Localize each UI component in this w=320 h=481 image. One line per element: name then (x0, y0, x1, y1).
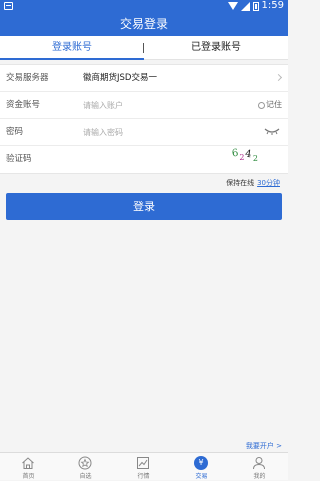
chart-icon (137, 457, 149, 469)
password-label: 密码 (6, 127, 24, 137)
nav-item-profile[interactable]: 我的 (231, 453, 288, 481)
keep-online-duration-link[interactable]: 30分钟 (257, 179, 280, 187)
remember-account-toggle[interactable]: 记住 (258, 92, 282, 118)
status-bar: 1:59 (0, 0, 288, 12)
battery-icon (252, 1, 259, 11)
keep-online: 保持在线 30分钟 (226, 178, 280, 188)
active-tab-indicator (0, 58, 144, 60)
captcha-char: 2 (252, 154, 259, 163)
server-label: 交易服务器 (6, 73, 49, 83)
signal-icon (240, 1, 250, 11)
nav-label: 行情 (137, 473, 150, 480)
remember-label: 记住 (266, 100, 282, 109)
account-row: 资金账号 记住 (0, 92, 288, 119)
nav-label: 首页 (22, 473, 35, 480)
captcha-image[interactable]: 6242 (231, 147, 264, 168)
nav-label: 交易 (195, 473, 208, 480)
trade-icon: ¥ (194, 456, 208, 470)
page-title: 交易登录 (0, 12, 288, 36)
keep-online-label: 保持在线 (226, 179, 255, 187)
nav-item-home[interactable]: 首页 (0, 453, 57, 481)
status-indicators: 1:59 (227, 0, 284, 12)
account-tab-bar: 登录账号 已登录账号 (0, 36, 288, 60)
nav-item-trade[interactable]: ¥ 交易 (173, 453, 230, 481)
bottom-navigation: 首页 自选 行情 ¥ 交易 我的 (0, 452, 288, 480)
clock: 1:59 (261, 0, 284, 11)
account-label: 资金账号 (6, 100, 41, 110)
eye-closed-icon[interactable] (264, 127, 280, 135)
nav-item-watchlist[interactable]: 自选 (57, 453, 114, 481)
password-row: 密码 (0, 119, 288, 146)
captcha-label: 验证码 (6, 154, 32, 164)
account-input[interactable] (80, 97, 236, 113)
tab-logged-in-accounts[interactable]: 已登录账号 (144, 36, 288, 59)
password-input[interactable] (80, 124, 236, 140)
home-icon (22, 457, 34, 469)
wifi-icon (227, 2, 238, 10)
radio-icon (258, 101, 265, 109)
login-button[interactable]: 登录 (6, 193, 282, 220)
tab-login-account[interactable]: 登录账号 (0, 36, 144, 59)
app-notification-icon (4, 2, 13, 10)
nav-label: 自选 (79, 473, 92, 480)
open-account-link[interactable]: 我要开户 > (246, 441, 282, 451)
chevron-right-icon (274, 73, 283, 82)
login-form: 交易服务器 徽商期货JSD交易一 资金账号 记住 密码 验证码 6242 (0, 64, 288, 174)
nav-label: 我的 (253, 473, 266, 480)
star-icon (78, 456, 92, 470)
user-icon (253, 457, 265, 470)
nav-item-market[interactable]: 行情 (115, 453, 172, 481)
server-row[interactable]: 交易服务器 徽商期货JSD交易一 (0, 65, 288, 92)
captcha-row: 验证码 6242 (0, 146, 288, 173)
server-value: 徽商期货JSD交易一 (83, 73, 157, 83)
